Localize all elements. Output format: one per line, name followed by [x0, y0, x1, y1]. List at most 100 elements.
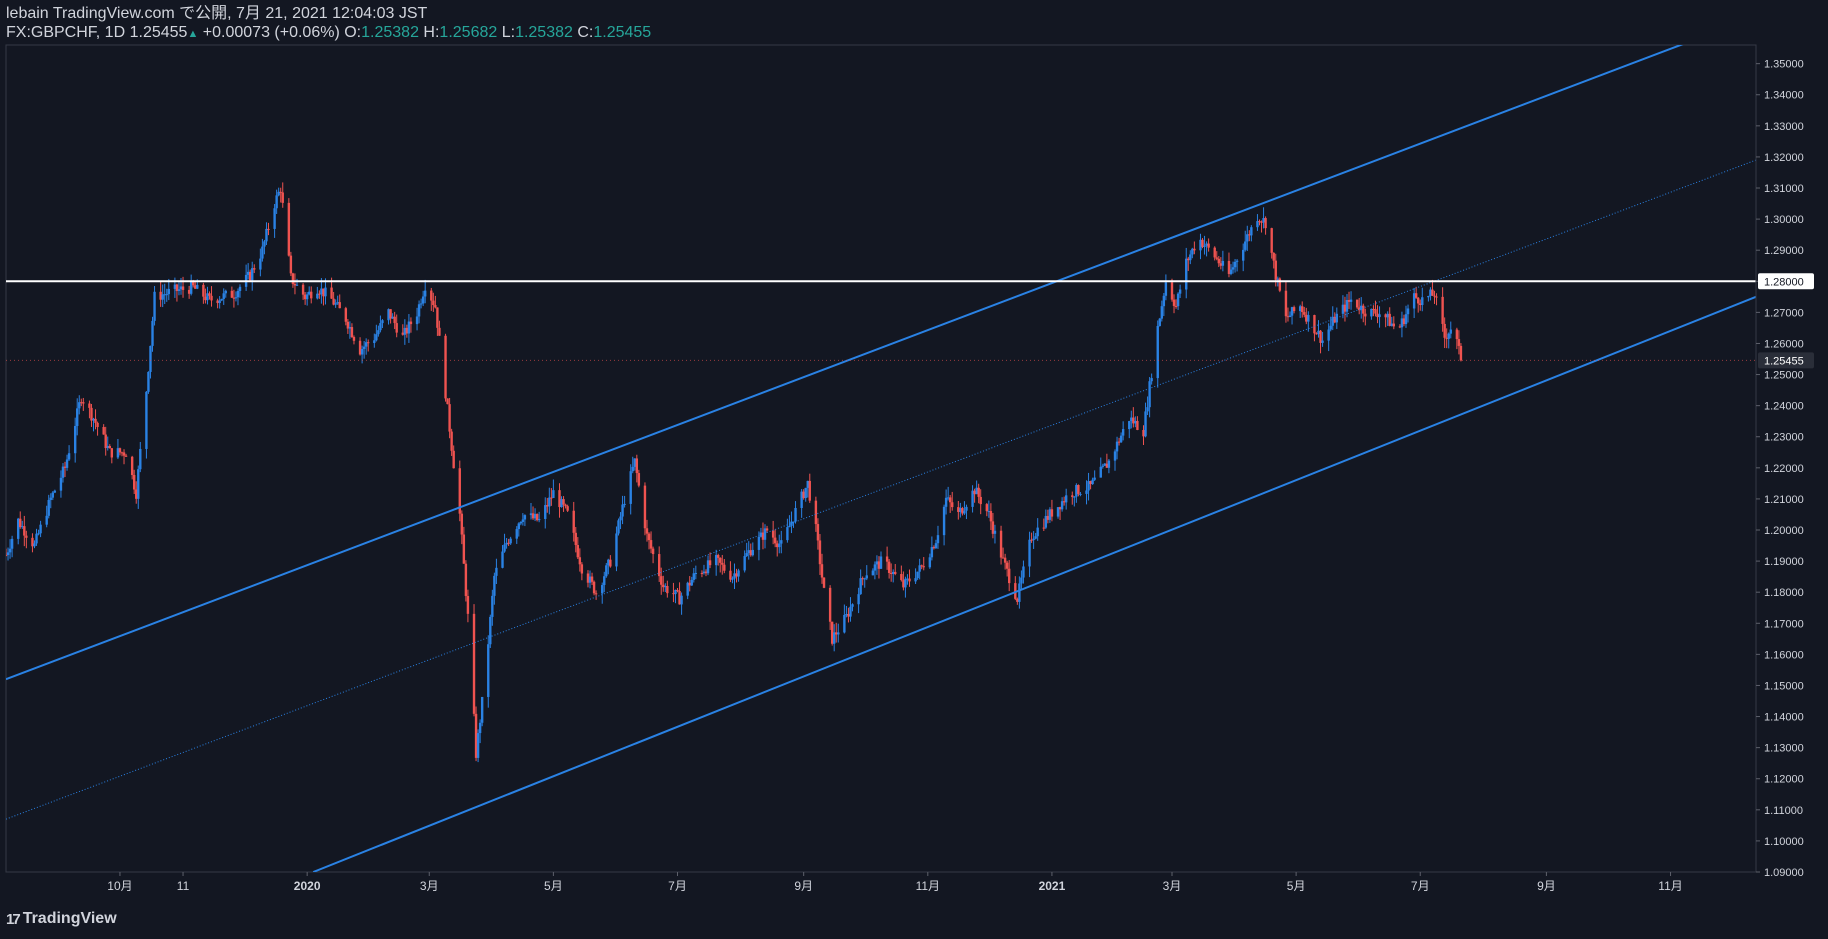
candle-body [6, 552, 10, 555]
candle-body [1003, 557, 1007, 563]
candle-body [1329, 325, 1332, 330]
candle-body [1099, 466, 1102, 478]
candle-body [1307, 315, 1310, 322]
candle-body [509, 538, 512, 544]
candle-body [1077, 485, 1080, 495]
candle-body [253, 268, 256, 270]
candle-body [623, 503, 626, 505]
candle-body [1459, 345, 1463, 361]
candle-body [395, 323, 398, 333]
candle-body [773, 537, 777, 544]
candle-body [729, 570, 732, 580]
candle-body [436, 307, 439, 328]
candle-body [566, 506, 569, 511]
candle-body [965, 506, 968, 511]
candle-body [153, 291, 156, 321]
candle-body [1032, 538, 1035, 541]
candle-body [1455, 329, 1459, 340]
candle-body [1042, 527, 1045, 529]
last-price-label: 1.25455 [1764, 355, 1804, 367]
candle-body [261, 246, 264, 259]
candle-body [814, 500, 818, 525]
candle-body [1156, 325, 1159, 379]
candle-body [352, 337, 356, 341]
candle-body [82, 402, 85, 404]
tradingview-logo[interactable]: 17 TradingView [6, 910, 117, 928]
candle-body [147, 371, 150, 392]
y-tick-label: 1.14000 [1764, 712, 1804, 724]
candle-body [251, 268, 254, 281]
x-tick-label: 7月 [1411, 879, 1430, 893]
candle-body [236, 290, 240, 298]
candle-body [989, 511, 993, 522]
candle-body [660, 576, 663, 585]
candle-body [275, 195, 278, 209]
candle-body [778, 543, 781, 548]
candle-body [434, 305, 437, 308]
candle-body [19, 518, 22, 528]
candle-body [771, 530, 775, 538]
candle-body [1176, 293, 1180, 307]
candle-body [1327, 329, 1330, 341]
candle-body [666, 586, 669, 594]
y-tick-label: 1.32000 [1764, 152, 1804, 164]
candle-body [1113, 451, 1117, 461]
candle-body [377, 330, 380, 335]
candle-body [324, 287, 327, 297]
plot-area[interactable] [5, 44, 1757, 873]
candle-body [102, 427, 105, 435]
candle-body [224, 290, 227, 294]
candle-body [430, 290, 433, 301]
price-axis[interactable]: 1.09000 1.10000 1.11000 1.12000 1.13000 1.140… [1756, 59, 1814, 879]
y-tick-label: 1.11000 [1764, 805, 1803, 817]
candle-body [751, 549, 755, 556]
candle-body [487, 644, 490, 697]
candle-body [1119, 435, 1123, 443]
candle-body [181, 286, 185, 290]
candle-body [47, 499, 50, 516]
y-tick-label: 1.22000 [1764, 463, 1804, 475]
candle-body [289, 255, 293, 274]
candle-body [238, 286, 242, 291]
candle-body [930, 547, 934, 558]
time-axis[interactable]: 10月 11 2020 3月 5月 7月 9月 11月 2021 3月 5月 7月 9月 11月 [107, 872, 1683, 893]
candle-body [448, 404, 451, 432]
candle-body [999, 530, 1003, 558]
candle-body [139, 448, 142, 470]
candle-body [51, 492, 55, 498]
candle-body [202, 284, 205, 297]
candle-body [1414, 293, 1418, 298]
candle-body [1185, 258, 1188, 290]
candle-body [1148, 381, 1151, 408]
candle-body [444, 335, 447, 399]
candle-body [552, 490, 555, 498]
candle-body [132, 474, 136, 490]
candle-body [1172, 299, 1176, 306]
x-tick-label: 11 [177, 879, 190, 893]
candle-body [780, 540, 783, 544]
y-tick-label: 1.30000 [1764, 214, 1804, 226]
candle-body [33, 543, 36, 547]
candle-body [1270, 228, 1273, 253]
candle-body [745, 553, 748, 557]
candle-body [1449, 329, 1452, 334]
candle-body [466, 596, 470, 614]
candle-body [1158, 318, 1161, 326]
candle-body [267, 228, 270, 230]
candle-body [1203, 245, 1206, 247]
candle-body [1022, 566, 1025, 578]
candle-body [578, 557, 582, 565]
candle-body [808, 480, 811, 501]
candle-body [721, 562, 724, 565]
candle-body [10, 538, 14, 549]
candle-body [476, 733, 480, 758]
candle-body [287, 202, 291, 256]
candle-body [865, 575, 868, 579]
candle-body [291, 273, 295, 285]
candle-body [362, 346, 366, 349]
price-chart[interactable]: 1.09000 1.10000 1.11000 1.12000 1.13000 1.140… [0, 0, 1828, 939]
level-price-label: 1.28000 [1764, 276, 1804, 288]
candle-body [90, 407, 93, 421]
candle-body [1435, 296, 1438, 298]
candle-body [1433, 295, 1436, 297]
